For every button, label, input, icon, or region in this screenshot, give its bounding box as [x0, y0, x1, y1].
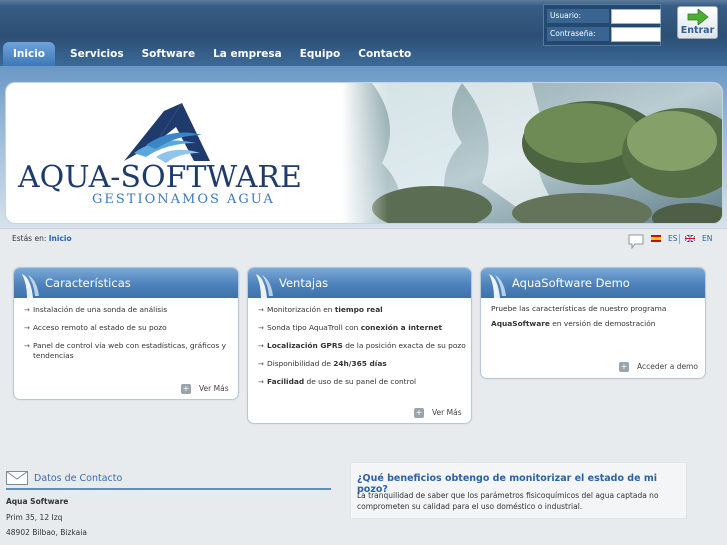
nav-item-la-empresa[interactable]: La empresa — [204, 42, 291, 66]
box-caracteristicas: Características → Instalación de una sond… — [13, 267, 239, 400]
aqua-wave-icon — [22, 274, 39, 298]
aqua-wave-icon — [256, 274, 273, 298]
box-ventajas: Ventajas → Monitorización en tiempo real … — [247, 267, 472, 424]
list-item: → Sonda tipo AquaTroll con conexión a int… — [258, 323, 443, 332]
contact-title: Datos de Contacto — [34, 473, 123, 484]
contact-header: Datos de Contacto — [6, 468, 331, 490]
nav-item-inicio[interactable]: Inicio — [3, 42, 56, 66]
spain-flag-icon[interactable] — [651, 235, 661, 242]
acceder-demo-link[interactable]: + Acceder a demo — [619, 362, 698, 372]
breadcrumb: Estás en: Inicio — [12, 234, 72, 243]
ver-mas-link[interactable]: + Ver Más — [181, 384, 229, 394]
features-list: → Instalación de una sonda de análisis → A… — [14, 298, 238, 361]
list-item: → Panel de control vía web con estadístic… — [24, 341, 226, 360]
box-title: Características — [45, 276, 131, 290]
breadcrumb-prefix: Estás en: — [12, 234, 47, 243]
box-header: Ventajas — [248, 268, 471, 298]
username-input[interactable] — [611, 9, 661, 24]
plus-icon: + — [414, 408, 424, 418]
arrow-right-icon: → — [258, 342, 264, 350]
ver-mas-link[interactable]: + Ver Más — [414, 408, 462, 418]
list-item: → Disponibilidad de 24h/365 días — [258, 359, 387, 368]
lang-es[interactable]: ES — [668, 234, 678, 243]
password-input[interactable] — [611, 27, 661, 42]
nav-item-contacto[interactable]: Contacto — [349, 42, 420, 66]
arrow-right-icon: → — [24, 324, 30, 332]
arrow-right-icon: → — [24, 306, 30, 314]
box-header: AquaSoftware Demo — [481, 268, 705, 298]
enter-label: Entrar — [680, 25, 715, 36]
box-header: Características — [14, 268, 238, 298]
logo-name: AQUA-SOFTWARE — [17, 160, 302, 195]
arrow-right-icon: → — [258, 306, 264, 314]
main-nav: Inicio Servicios Software La empresa Equ… — [0, 38, 420, 66]
hero-banner: AQUA-SOFTWARE GESTIONAMOS AGUA — [5, 82, 723, 224]
contact-company: Aqua Software — [6, 497, 69, 506]
enter-button[interactable]: Entrar — [677, 6, 718, 39]
arrow-right-icon: → — [258, 360, 264, 368]
faq-answer: La tranquilidad de saber que los parámet… — [357, 491, 659, 511]
arrow-right-icon: → — [24, 342, 30, 350]
username-row: Usuario: — [547, 9, 661, 24]
aqua-wave-icon — [489, 274, 506, 298]
list-item: → Facilidad de uso de su panel de control — [258, 377, 417, 386]
password-row: Contraseña: — [547, 27, 661, 42]
box-title: Ventajas — [279, 276, 329, 290]
password-label: Contraseña: — [547, 27, 609, 41]
username-label: Usuario: — [547, 9, 609, 23]
list-item: → Localización GPRS de la posición exacta… — [258, 341, 466, 350]
demo-description: Pruebe las características de nuestro pr… — [491, 304, 667, 328]
aqua-software-logo: AQUA-SOFTWARE GESTIONAMOS AGUA — [17, 103, 302, 207]
nav-item-equipo[interactable]: Equipo — [291, 42, 350, 66]
plus-icon: + — [619, 362, 629, 372]
box-title: AquaSoftware Demo — [512, 276, 630, 290]
nav-item-servicios[interactable]: Servicios — [61, 42, 133, 66]
list-item: → Monitorización en tiempo real — [258, 305, 383, 314]
banner-separator — [0, 228, 727, 229]
speech-bubble-icon — [628, 234, 644, 249]
arrow-right-icon: → — [258, 324, 264, 332]
list-item: → Acceso remoto al estado de su pozo — [24, 323, 167, 332]
breadcrumb-current[interactable]: Inicio — [49, 234, 72, 243]
login-panel: Usuario: Contraseña: — [543, 4, 661, 46]
uk-flag-icon[interactable] — [685, 235, 695, 242]
box-demo: AquaSoftware Demo Pruebe las característ… — [480, 267, 706, 379]
advantages-list: → Monitorización en tiempo real → Sonda ti… — [248, 298, 471, 387]
contact-city: 48902 Bilbao, Bizkaia — [6, 528, 87, 537]
water-stones-photo — [342, 83, 722, 223]
list-item: → Instalación de una sonda de análisis — [24, 305, 168, 314]
mail-icon — [6, 471, 28, 485]
nav-item-software[interactable]: Software — [133, 42, 204, 66]
lang-en[interactable]: EN — [702, 234, 712, 243]
arrow-right-icon — [687, 9, 709, 25]
arrow-right-icon: → — [258, 378, 264, 386]
plus-icon: + — [181, 384, 191, 394]
contact-address: Prim 35, 12 Izq — [6, 513, 63, 522]
logo-tagline: GESTIONAMOS AGUA — [92, 192, 275, 207]
faq-box: ¿Qué beneficios obtengo de monitorizar e… — [350, 462, 687, 519]
